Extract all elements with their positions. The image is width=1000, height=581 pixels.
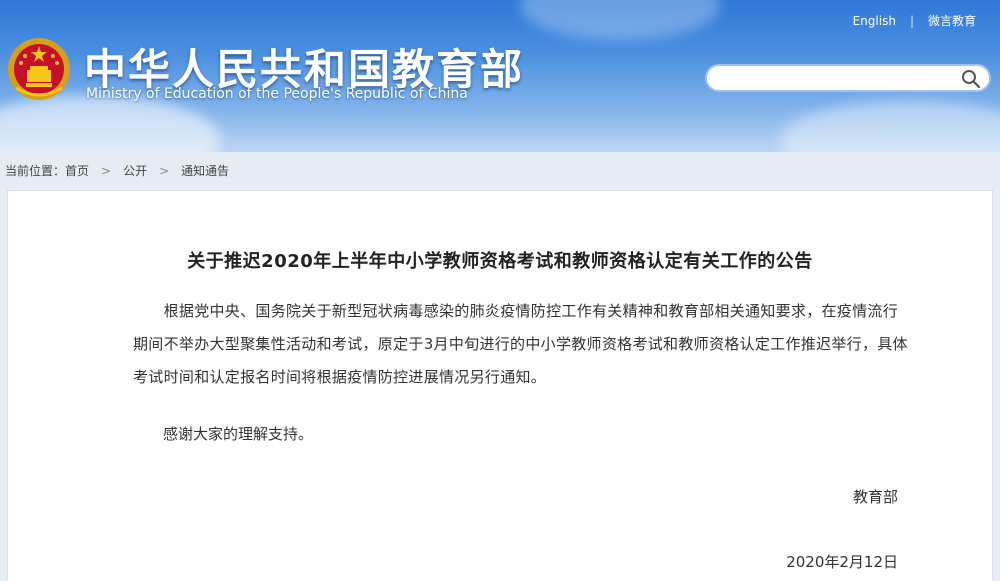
weiyan-link[interactable]: 微言教育 bbox=[928, 14, 976, 28]
search-box bbox=[705, 64, 991, 92]
article-body: 根据党中央、国务院关于新型冠状病毒感染的肺炎疫情防控工作有关精神和教育部相关通知… bbox=[133, 295, 908, 394]
article-date: 2020年2月12日 bbox=[786, 553, 898, 571]
article-panel: 关于推迟2020年上半年中小学教师资格考试和教师资格认定有关工作的公告 根据党中… bbox=[7, 190, 993, 581]
top-links: English | 微言教育 bbox=[853, 12, 976, 29]
thanks-text: 感谢大家的理解支持。 bbox=[163, 425, 314, 443]
cloud-decoration bbox=[780, 100, 1000, 152]
cloud-decoration bbox=[520, 0, 720, 40]
chevron-right-icon: > bbox=[159, 164, 170, 178]
body-text: 根据党中央、国务院关于新型冠状病毒感染的肺炎疫情防控工作有关精神和教育部相关通知… bbox=[133, 302, 908, 386]
search-input[interactable] bbox=[721, 66, 955, 92]
breadcrumb: 当前位置：首页 > 公开 > 通知通告 bbox=[0, 152, 1000, 190]
article-title: 关于推迟2020年上半年中小学教师资格考试和教师资格认定有关工作的公告 bbox=[187, 251, 813, 272]
breadcrumb-home[interactable]: 首页 bbox=[65, 164, 89, 178]
english-link[interactable]: English bbox=[853, 14, 896, 28]
national-emblem-icon bbox=[8, 38, 70, 100]
article-thanks: 感谢大家的理解支持。 bbox=[133, 423, 313, 444]
breadcrumb-public[interactable]: 公开 bbox=[123, 164, 147, 178]
article-signature: 教育部 bbox=[852, 488, 898, 506]
breadcrumb-notices[interactable]: 通知通告 bbox=[181, 164, 229, 178]
breadcrumb-prefix: 当前位置： bbox=[5, 164, 66, 178]
site-subtitle: Ministry of Education of the People's Re… bbox=[86, 86, 468, 102]
divider: | bbox=[909, 14, 914, 28]
body-indent bbox=[133, 302, 164, 320]
search-icon[interactable] bbox=[961, 69, 981, 89]
cloud-decoration bbox=[0, 95, 220, 152]
site-header: 中华人民共和国教育部 Ministry of Education of the … bbox=[0, 0, 1000, 152]
chevron-right-icon: > bbox=[101, 164, 112, 178]
body-indent bbox=[133, 425, 163, 443]
